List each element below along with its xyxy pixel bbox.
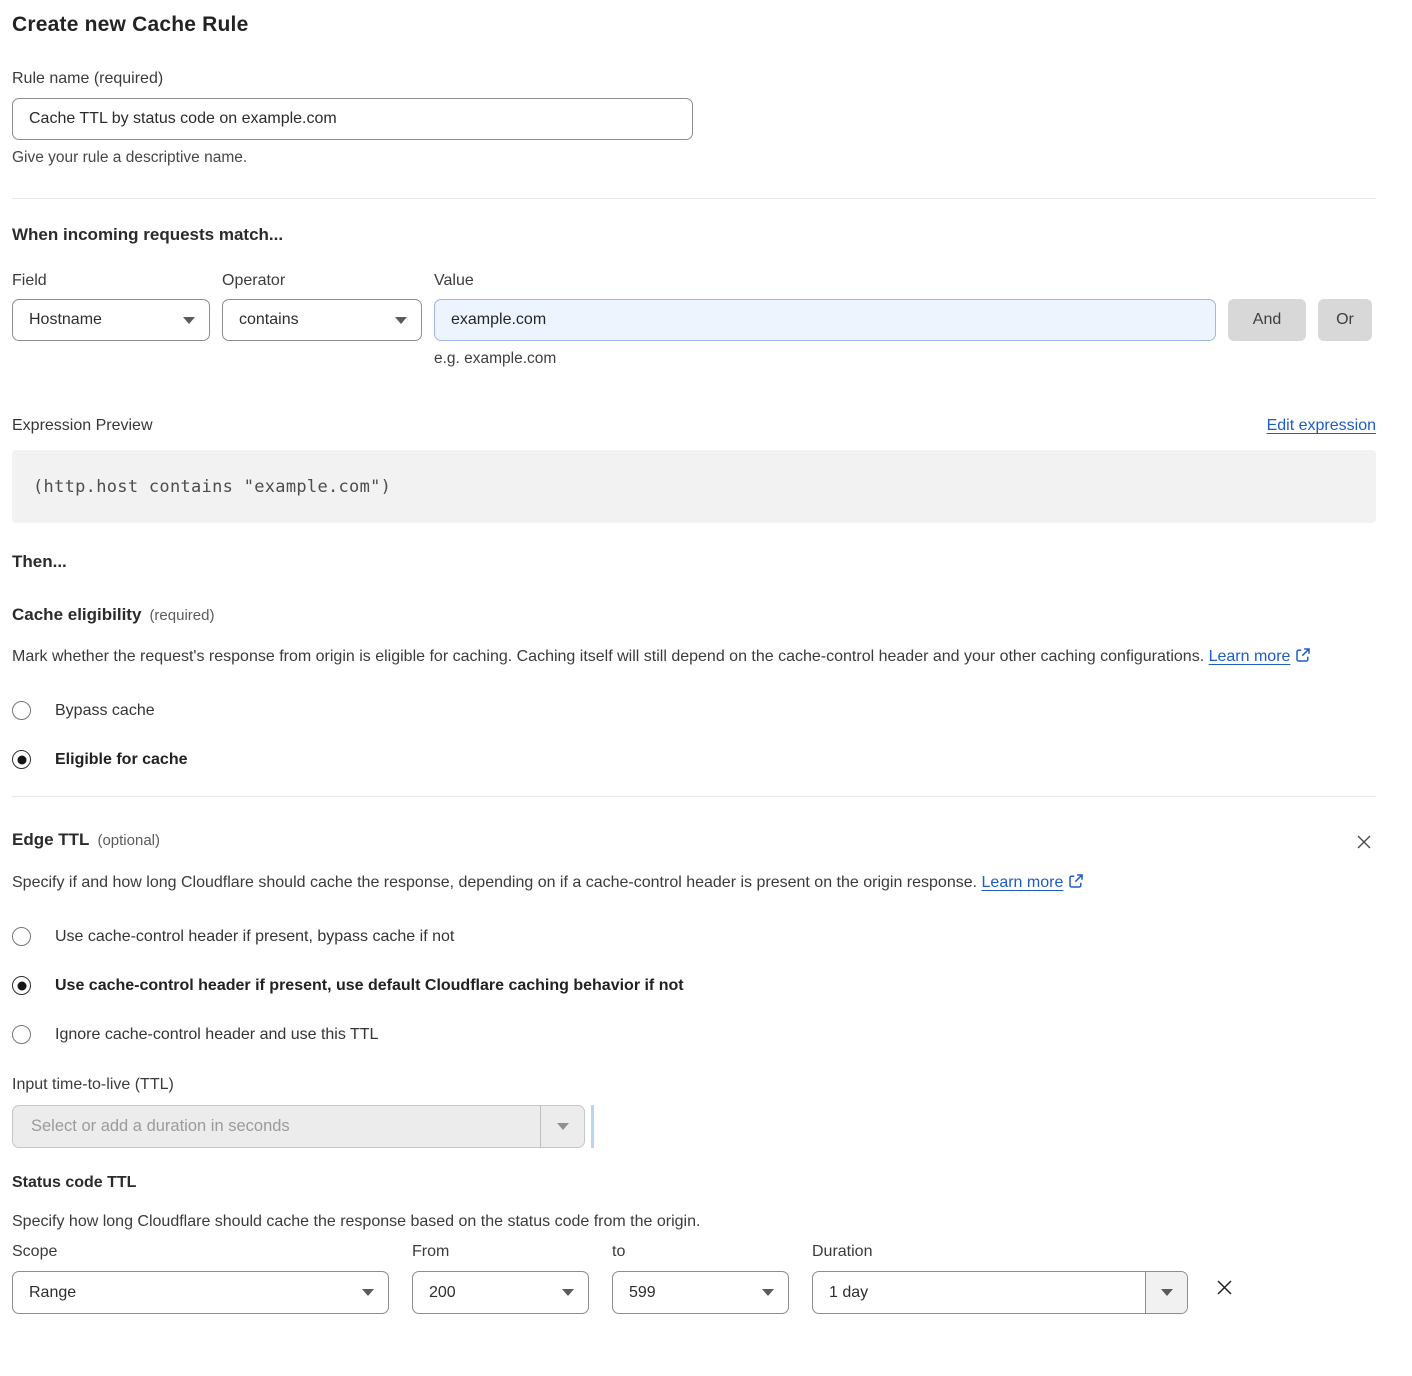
- operator-select-value: contains: [239, 311, 395, 329]
- radio-button-unselected[interactable]: [12, 701, 31, 720]
- chevron-down-icon: [1161, 1289, 1173, 1296]
- cache-eligibility-description: Mark whether the request's response from…: [12, 648, 1204, 665]
- radio-button-selected[interactable]: [12, 750, 31, 769]
- edge-ttl-optional-tag: (optional): [97, 832, 160, 849]
- chevron-down-icon: [362, 1289, 374, 1296]
- edge-ttl-close-button[interactable]: [1352, 830, 1376, 854]
- divider: [12, 198, 1376, 199]
- duration-arrow-segment[interactable]: [1145, 1272, 1187, 1313]
- divider: [12, 796, 1376, 797]
- field-select[interactable]: Hostname: [12, 299, 210, 341]
- external-link-icon: [1068, 873, 1084, 889]
- chevron-down-icon: [562, 1289, 574, 1296]
- then-heading: Then...: [12, 552, 1376, 572]
- cache-eligibility-heading: Cache eligibility: [12, 605, 141, 624]
- expression-preview-label: Expression Preview: [12, 417, 153, 435]
- cache-eligibility-required-tag: (required): [149, 607, 214, 624]
- value-hint: e.g. example.com: [434, 350, 1216, 368]
- status-code-ttl-heading: Status code TTL: [12, 1174, 1376, 1192]
- to-label: to: [612, 1243, 789, 1261]
- edge-ttl-heading: Edge TTL: [12, 830, 89, 849]
- operator-select[interactable]: contains: [222, 299, 422, 341]
- radio-option-use-header-bypass[interactable]: Use cache-control header if present, byp…: [12, 927, 1376, 946]
- radio-label: Eligible for cache: [55, 751, 187, 769]
- page-title: Create new Cache Rule: [12, 13, 1376, 37]
- radio-label: Bypass cache: [55, 702, 155, 720]
- scope-select-value: Range: [29, 1284, 362, 1302]
- edit-expression-link[interactable]: Edit expression: [1267, 417, 1376, 435]
- duration-label: Duration: [812, 1243, 1188, 1261]
- radio-label: Use cache-control header if present, use…: [55, 977, 684, 995]
- radio-button-selected[interactable]: [12, 976, 31, 995]
- expression-code: (http.host contains "example.com"): [33, 477, 391, 497]
- divider: [591, 1105, 594, 1148]
- to-select-value: 599: [629, 1284, 762, 1302]
- from-select[interactable]: 200: [412, 1271, 589, 1314]
- ttl-select-placeholder: Select or add a duration in seconds: [13, 1117, 540, 1136]
- radio-option-eligible-for-cache[interactable]: Eligible for cache: [12, 750, 1376, 769]
- chevron-down-icon: [762, 1289, 774, 1296]
- expression-preview-box: (http.host contains "example.com"): [12, 450, 1376, 523]
- close-icon: [1213, 1276, 1236, 1299]
- field-label: Field: [12, 272, 210, 290]
- or-button[interactable]: Or: [1318, 299, 1372, 341]
- ttl-select-arrow-segment[interactable]: [540, 1106, 584, 1147]
- radio-button-unselected[interactable]: [12, 927, 31, 946]
- ttl-duration-select-disabled[interactable]: Select or add a duration in seconds: [12, 1105, 585, 1148]
- external-link-icon: [1295, 647, 1311, 663]
- cache-eligibility-learn-more-link[interactable]: Learn more: [1209, 648, 1291, 665]
- from-select-value: 200: [429, 1284, 562, 1302]
- radio-label: Use cache-control header if present, byp…: [55, 928, 454, 946]
- and-button[interactable]: And: [1228, 299, 1306, 341]
- duration-combobox[interactable]: 1 day: [812, 1271, 1188, 1314]
- chevron-down-icon: [395, 317, 407, 324]
- radio-label: Ignore cache-control header and use this…: [55, 1026, 378, 1044]
- chevron-down-icon: [183, 317, 195, 324]
- radio-option-use-header-default[interactable]: Use cache-control header if present, use…: [12, 976, 1376, 995]
- radio-option-ignore-header[interactable]: Ignore cache-control header and use this…: [12, 1025, 1376, 1044]
- value-label: Value: [434, 272, 1216, 290]
- rule-name-help: Give your rule a descriptive name.: [12, 149, 1376, 167]
- radio-option-bypass-cache[interactable]: Bypass cache: [12, 701, 1376, 720]
- match-section-heading: When incoming requests match...: [12, 225, 1376, 245]
- field-select-value: Hostname: [29, 311, 183, 329]
- scope-label: Scope: [12, 1243, 389, 1261]
- operator-label: Operator: [222, 272, 422, 290]
- duration-value: 1 day: [813, 1272, 1145, 1313]
- edge-ttl-learn-more-link[interactable]: Learn more: [982, 874, 1064, 891]
- remove-status-code-row-button[interactable]: [1211, 1274, 1238, 1301]
- chevron-down-icon: [557, 1123, 569, 1130]
- rule-name-input[interactable]: [12, 98, 693, 140]
- to-select[interactable]: 599: [612, 1271, 789, 1314]
- radio-button-unselected[interactable]: [12, 1025, 31, 1044]
- create-cache-rule-form: Create new Cache Rule Rule name (require…: [12, 13, 1376, 1314]
- ttl-input-label: Input time-to-live (TTL): [12, 1076, 1376, 1094]
- edge-ttl-description: Specify if and how long Cloudflare shoul…: [12, 874, 977, 891]
- status-code-ttl-description: Specify how long Cloudflare should cache…: [12, 1213, 1376, 1231]
- from-label: From: [412, 1243, 589, 1261]
- close-icon: [1354, 832, 1374, 852]
- rule-name-label: Rule name (required): [12, 70, 1376, 88]
- value-input[interactable]: [434, 299, 1216, 341]
- scope-select[interactable]: Range: [12, 1271, 389, 1314]
